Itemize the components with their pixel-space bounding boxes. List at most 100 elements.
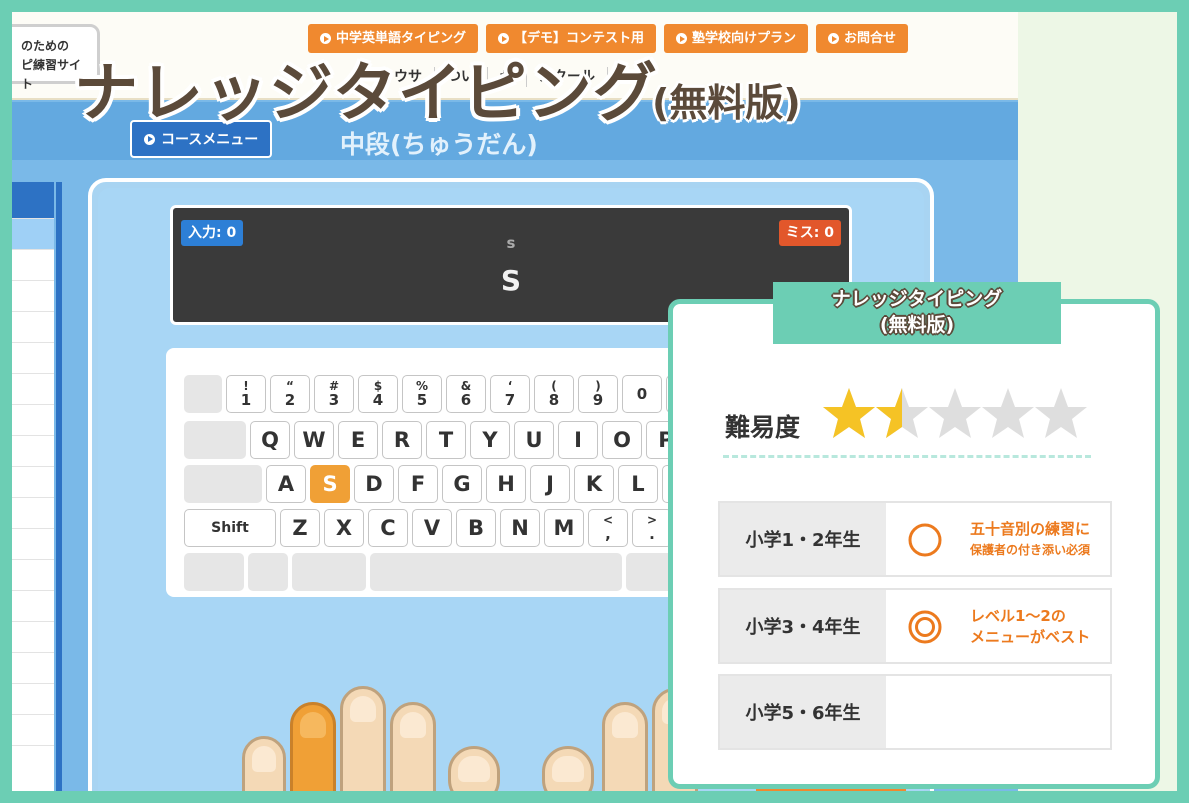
nav-contact-button[interactable]: お問合せ [816, 24, 909, 53]
key-char: 1 [240, 391, 252, 409]
key-v: V [412, 509, 452, 547]
key-q: Q [250, 421, 290, 459]
list-item[interactable] [12, 281, 54, 312]
key-z: Z [280, 509, 320, 547]
grade-row-3-4: 小学3・4年生 レベル1〜2の メニューがベスト [718, 588, 1112, 664]
grade-label: 小学5・6年生 [720, 676, 886, 748]
nav-label: 塾学校向けプラン [692, 31, 797, 46]
key-6: & 6 [446, 375, 486, 413]
key-t: T [426, 421, 466, 459]
grade-label: 小学1・2年生 [720, 503, 886, 575]
key-ctrl [184, 553, 244, 591]
key-1: ! 1 [226, 375, 266, 413]
key-char: . [649, 525, 655, 543]
star-empty-icon [1035, 388, 1087, 438]
difficulty-label: 難易度 [725, 413, 801, 442]
grade-row-1-2: 小学1・2年生 五十音別の練習に 保護者の付き添い必須 [718, 501, 1112, 577]
target-romaji: S [500, 264, 522, 297]
list-item[interactable] [12, 591, 54, 622]
key-x: X [324, 509, 364, 547]
key-h: H [486, 465, 526, 503]
star-empty-icon [929, 388, 981, 438]
star-empty-icon [982, 388, 1034, 438]
double-circle-mark-icon [908, 610, 942, 644]
list-divider [56, 182, 62, 791]
key-g: G [442, 465, 482, 503]
list-item[interactable] [12, 684, 54, 715]
dashed-divider [723, 455, 1091, 458]
key-r: R [382, 421, 422, 459]
list-item[interactable] [12, 498, 54, 529]
list-item[interactable] [12, 219, 54, 250]
key-char: 4 [372, 391, 384, 409]
key-2: “2 [270, 375, 310, 413]
key-5: % 5 [402, 375, 442, 413]
list-item[interactable] [12, 467, 54, 498]
left-middle-finger [340, 686, 386, 791]
list-item[interactable] [12, 312, 54, 343]
key-i: I [558, 421, 598, 459]
nav-label: お問合せ [844, 31, 897, 46]
key-period: >. [632, 509, 672, 547]
list-item[interactable] [12, 560, 54, 591]
list-item[interactable] [12, 622, 54, 653]
nav-school-plan-button[interactable]: 塾学校向けプラン [664, 24, 809, 53]
list-item[interactable] [12, 405, 54, 436]
key-char: 6 [460, 391, 472, 409]
difficulty-card: ナレッジタイピング (無料版) 難易度 小学1・2年生 五十音別の練習に 保護者… [668, 282, 1160, 789]
list-item[interactable] [12, 182, 54, 219]
key-y: Y [470, 421, 510, 459]
play-icon [828, 33, 840, 44]
target-kana: s [506, 234, 516, 252]
key-7: ‘7 [490, 375, 530, 413]
key-comma: <, [588, 509, 628, 547]
list-item[interactable] [12, 436, 54, 467]
star-half-icon [876, 388, 928, 438]
grade-note: 五十音別の練習に 保護者の付き添い必須 [970, 519, 1110, 561]
key-char: 0 [636, 385, 648, 403]
list-item[interactable] [12, 653, 54, 684]
list-item[interactable] [12, 529, 54, 560]
grade-note-line2: 保護者の付き添い必須 [970, 543, 1091, 557]
grade-note-line1: 五十音別の練習に [970, 520, 1091, 538]
key-char: , [605, 525, 611, 543]
key-char: 9 [592, 391, 604, 409]
key-u: U [514, 421, 554, 459]
left-index-finger [390, 702, 436, 791]
list-item[interactable] [12, 343, 54, 374]
play-icon [144, 133, 155, 145]
grade-label: 小学3・4年生 [720, 590, 886, 662]
key-shift: Shift [184, 509, 276, 547]
key-k: K [574, 465, 614, 503]
key-f: F [398, 465, 438, 503]
key-w: W [294, 421, 334, 459]
key-s-highlighted: S [310, 465, 350, 503]
key-caps [184, 465, 262, 503]
grade-note-line2: メニューがベスト [970, 628, 1091, 646]
hero-title: ナレッジタイピング [74, 57, 658, 131]
key-e: E [338, 421, 378, 459]
key-3: #3 [314, 375, 354, 413]
key-char: 3 [328, 391, 340, 409]
key-m: M [544, 509, 584, 547]
left-ring-finger-active [290, 702, 336, 791]
key-char: 5 [416, 391, 428, 409]
key-char: 7 [504, 391, 516, 409]
grade-note: レベル1〜2の メニューがベスト [970, 606, 1110, 648]
right-thumb [542, 746, 594, 791]
key-c: C [368, 509, 408, 547]
list-item[interactable] [12, 715, 54, 746]
play-icon [676, 33, 688, 44]
card-title-line2: (無料版) [879, 314, 955, 336]
key-space [370, 553, 622, 591]
grade-row-5-6: 小学5・6年生 [718, 674, 1112, 750]
card-title: ナレッジタイピング (無料版) [773, 286, 1061, 338]
key-l: L [618, 465, 658, 503]
key-tab [184, 421, 246, 459]
list-item[interactable] [12, 250, 54, 281]
right-index-finger [602, 702, 648, 791]
grade-note-line1: レベル1〜2の [970, 607, 1066, 625]
key-blank [184, 375, 222, 413]
circle-mark-icon [908, 523, 942, 557]
list-item[interactable] [12, 374, 54, 405]
